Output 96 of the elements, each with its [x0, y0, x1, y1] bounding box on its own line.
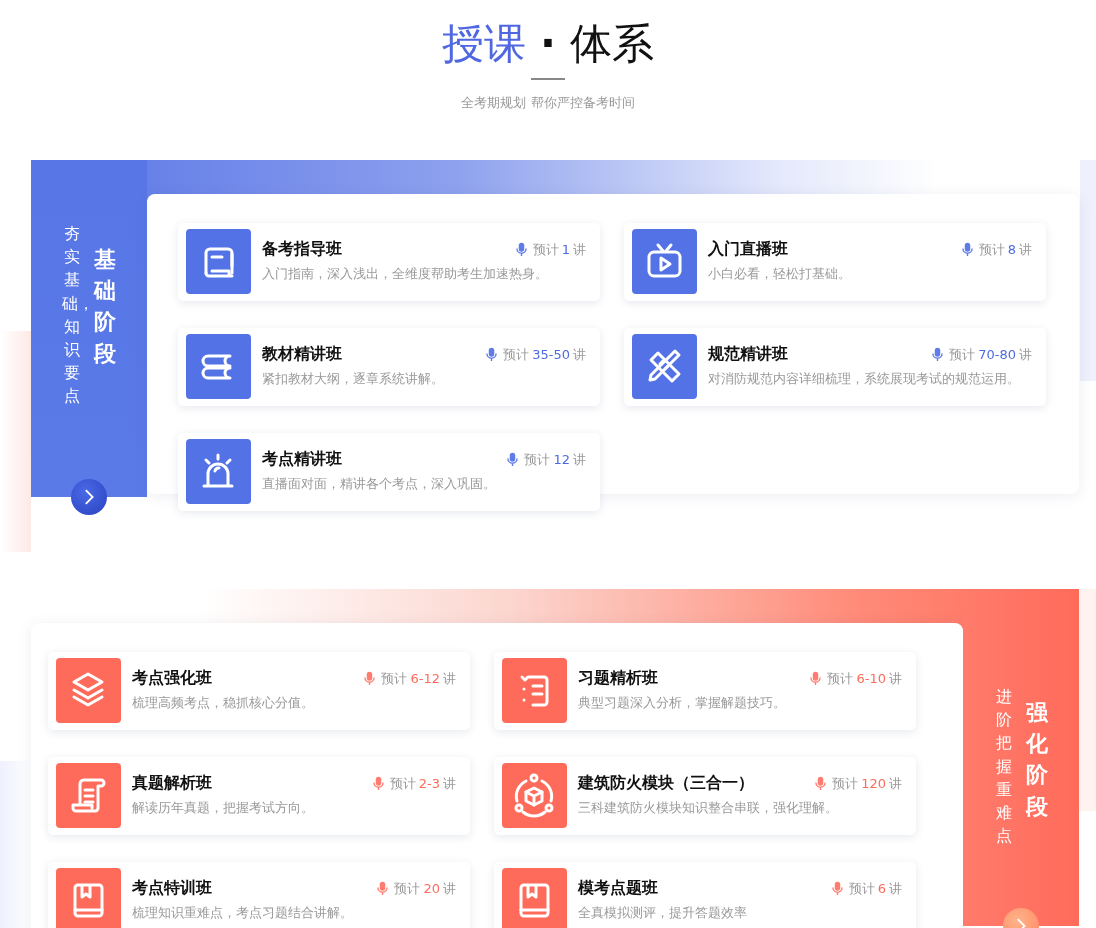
tv-icon: [632, 229, 697, 294]
stage-name: 基础阶段: [94, 246, 117, 368]
course-card[interactable]: 教材精讲班 预计 35-50 讲 紧扣教材大纲，逐章系统讲解。: [178, 328, 600, 406]
cube-icon: [502, 763, 567, 828]
course-card[interactable]: 规范精讲班 预计 70-80 讲 对消防规范内容详细梳理，系统展现考试的规范运用。: [624, 328, 1046, 406]
course-card[interactable]: 模考点题班 预计 6 讲 全真模拟测评，提升答题效率: [494, 862, 916, 928]
lesson-count: 35-50: [532, 347, 570, 362]
count-label: 预计: [827, 669, 854, 688]
microphone-icon: [831, 881, 843, 896]
course-description: 梳理知识重难点，考点习题结合讲解。: [132, 905, 354, 922]
course-description: 解读历年真题，把握考试方向。: [132, 800, 315, 817]
count-unit: 讲: [1019, 345, 1032, 364]
checklist-icon: [502, 658, 567, 723]
microphone-icon: [364, 671, 376, 686]
course-description: 直播面对面，精讲各个考点，深入巩固。: [262, 476, 497, 493]
course-description: 对消防规范内容详细梳理，系统展现考试的规范运用。: [708, 371, 1021, 388]
course-description: 入门指南，深入浅出，全维度帮助考生加速热身。: [262, 266, 549, 283]
course-title: 考点强化班: [132, 668, 212, 689]
course-title: 真题解析班: [132, 773, 212, 794]
microphone-icon: [372, 776, 384, 791]
course-card[interactable]: 习题精析班 预计 6-10 讲 典型习题深入分析，掌握解题技巧。: [494, 652, 916, 730]
count-label: 预计: [394, 879, 421, 898]
count-unit: 讲: [573, 345, 586, 364]
layers-icon: [56, 658, 121, 723]
count-unit: 讲: [889, 669, 902, 688]
course-title: 入门直播班: [708, 239, 788, 260]
course-title: 建筑防火模块（三合一）: [578, 773, 754, 794]
microphone-icon: [815, 776, 827, 791]
microphone-icon: [810, 671, 822, 686]
count-label: 预计: [949, 345, 976, 364]
count-label: 预计: [389, 774, 416, 793]
course-description: 小白必看，轻松打基础。: [708, 266, 852, 283]
count-unit: 讲: [889, 774, 902, 793]
lesson-count: 20: [423, 881, 440, 896]
count-label: 预计: [532, 240, 559, 259]
course-title: 模考点题班: [578, 878, 658, 899]
count-label: 预计: [524, 450, 551, 469]
title-separator: ·: [540, 18, 556, 70]
lesson-count: 12: [553, 452, 570, 467]
lesson-count: 6-12: [410, 671, 440, 686]
lesson-count: 8: [1007, 242, 1016, 257]
stage-slogan: 进阶把握重难点: [995, 686, 1013, 848]
lesson-count: 120: [861, 776, 886, 791]
lesson-count: 6: [877, 881, 886, 896]
count-unit: 讲: [443, 879, 456, 898]
book-icon: [502, 868, 567, 928]
microphone-icon: [932, 347, 944, 362]
course-card[interactable]: 考点特训班 预计 20 讲 梳理知识重难点，考点习题结合讲解。: [48, 862, 470, 928]
count-unit: 讲: [573, 450, 586, 469]
course-card[interactable]: 考点精讲班 预计 12 讲 直播面对面，精讲各个考点，深入巩固。: [178, 433, 600, 511]
course-description: 全真模拟测评，提升答题效率: [578, 905, 748, 922]
count-label: 预计: [848, 879, 875, 898]
course-title: 备考指导班: [262, 239, 342, 260]
count-unit: 讲: [573, 240, 586, 259]
books-icon: [186, 334, 251, 399]
subtitle: 全考期规划 帮你严控备考时间: [461, 94, 635, 112]
count-unit: 讲: [1019, 240, 1032, 259]
count-label: 预计: [503, 345, 530, 364]
lesson-count: 70-80: [978, 347, 1016, 362]
course-description: 典型习题深入分析，掌握解题技巧。: [578, 695, 787, 712]
scroll-icon: [56, 763, 121, 828]
arrow-button[interactable]: [71, 479, 107, 515]
course-card[interactable]: 真题解析班 预计 2-3 讲 解读历年真题，把握考试方向。: [48, 757, 470, 835]
lesson-count: 2-3: [418, 776, 440, 791]
count-unit: 讲: [443, 669, 456, 688]
alarm-light-icon: [186, 439, 251, 504]
course-description: 梳理高频考点，稳抓核心分值。: [132, 695, 315, 712]
lesson-count: 6-10: [856, 671, 886, 686]
count-unit: 讲: [443, 774, 456, 793]
pencil-ruler-icon: [632, 334, 697, 399]
course-description: 三科建筑防火模块知识整合串联，强化理解。: [578, 800, 839, 817]
course-title: 教材精讲班: [262, 344, 342, 365]
microphone-icon: [961, 242, 973, 257]
book-icon: [56, 868, 121, 928]
count-label: 预计: [832, 774, 859, 793]
microphone-icon: [515, 242, 527, 257]
course-card[interactable]: 备考指导班 预计 1 讲 入门指南，深入浅出，全维度帮助考生加速热身。: [178, 223, 600, 301]
course-description: 紧扣教材大纲，逐章系统讲解。: [262, 371, 445, 388]
course-card[interactable]: 入门直播班 预计 8 讲 小白必看，轻松打基础。: [624, 223, 1046, 301]
course-title: 规范精讲班: [708, 344, 788, 365]
scroll-icon: [186, 229, 251, 294]
count-unit: 讲: [889, 879, 902, 898]
title-highlight: 授课: [442, 18, 526, 70]
course-title: 考点精讲班: [262, 449, 342, 470]
count-label: 预计: [978, 240, 1005, 259]
microphone-icon: [377, 881, 389, 896]
course-title: 考点特训班: [132, 878, 212, 899]
course-title: 习题精析班: [578, 668, 658, 689]
lesson-count: 1: [561, 242, 570, 257]
section-title: 体系: [570, 18, 654, 70]
course-card[interactable]: 考点强化班 预计 6-12 讲 梳理高频考点，稳抓核心分值。: [48, 652, 470, 730]
count-label: 预计: [381, 669, 408, 688]
course-card[interactable]: 建筑防火模块（三合一） 预计 120 讲 三科建筑防火模块知识整合串联，强化理解。: [494, 757, 916, 835]
microphone-icon: [486, 347, 498, 362]
stage-name: 强化阶段: [1026, 699, 1049, 821]
microphone-icon: [507, 452, 519, 467]
